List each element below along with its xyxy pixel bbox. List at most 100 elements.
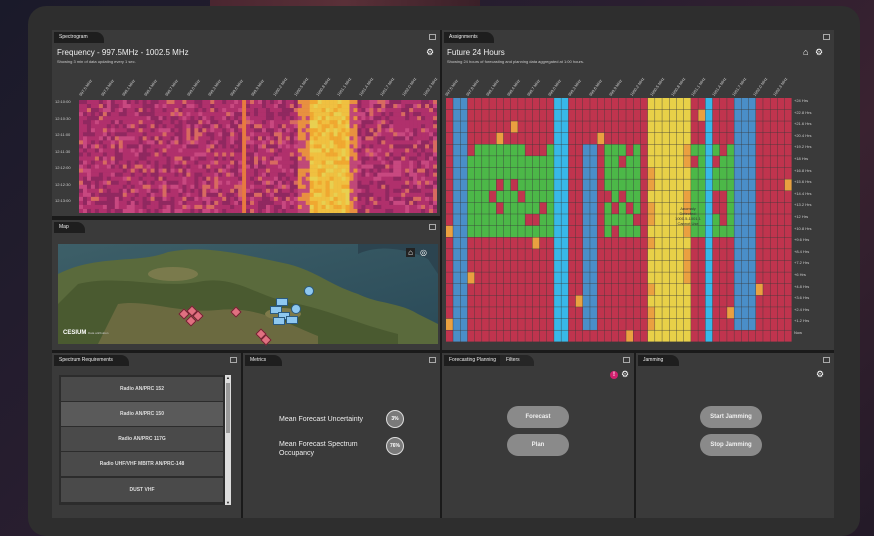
assignment-cell[interactable] [626, 295, 634, 307]
assignment-cell[interactable] [683, 330, 691, 342]
assignment-cell[interactable] [561, 295, 569, 307]
assignment-cell[interactable] [691, 167, 698, 179]
assignment-cell[interactable] [669, 179, 677, 191]
assignment-cell[interactable] [683, 272, 691, 284]
assignment-cell[interactable] [683, 318, 691, 330]
assignment-cell[interactable] [446, 272, 453, 284]
assignment-cell[interactable] [691, 121, 698, 133]
friendly-unit-marker[interactable] [276, 298, 288, 306]
assignment-cell[interactable] [626, 167, 634, 179]
assignment-cell[interactable] [712, 283, 720, 296]
assignment-cell[interactable] [604, 202, 612, 214]
assignment-cell[interactable] [712, 202, 720, 214]
assignment-cell[interactable] [525, 98, 533, 110]
assignment-cell[interactable] [755, 330, 763, 342]
assignment-cell[interactable] [582, 98, 590, 110]
assignment-cell[interactable] [604, 225, 612, 238]
assignment-cell[interactable] [503, 330, 511, 342]
assignment-cell[interactable] [525, 272, 533, 284]
assignment-cell[interactable] [503, 318, 511, 330]
assignment-cell[interactable] [727, 295, 734, 307]
assignment-cell[interactable] [676, 260, 684, 272]
assignment-cell[interactable] [640, 237, 648, 249]
assignment-cell[interactable] [763, 225, 770, 238]
assignment-cell[interactable] [669, 318, 677, 330]
assignment-cell[interactable] [503, 156, 511, 168]
assignment-cell[interactable] [554, 283, 561, 296]
assignment-cell[interactable] [582, 272, 590, 284]
assignment-cell[interactable] [510, 225, 518, 238]
assignment-cell[interactable] [698, 318, 706, 330]
assignment-cell[interactable] [453, 295, 461, 307]
assignment-cell[interactable] [604, 237, 612, 249]
assignment-cell[interactable] [474, 318, 482, 330]
assignment-cell[interactable] [727, 237, 734, 249]
assignment-cell[interactable] [770, 121, 778, 133]
assignment-cell[interactable] [604, 156, 612, 168]
assignment-cell[interactable] [474, 330, 482, 342]
assignment-cell[interactable] [561, 330, 569, 342]
maximize-icon[interactable] [623, 357, 630, 363]
assignment-cell[interactable] [619, 249, 626, 261]
assignment-cell[interactable] [683, 179, 691, 191]
assignment-cell[interactable] [719, 167, 727, 179]
assignment-cell[interactable] [748, 190, 756, 203]
assignment-cell[interactable] [705, 260, 713, 272]
assignment-cell[interactable] [755, 121, 763, 133]
assignment-cell[interactable] [525, 202, 533, 214]
assignment-cell[interactable] [446, 295, 453, 307]
assignment-cell[interactable] [582, 132, 590, 145]
assignment-cell[interactable] [763, 179, 770, 191]
assignment-cell[interactable] [719, 237, 727, 249]
assignment-cell[interactable] [640, 179, 648, 191]
assignment-cell[interactable] [561, 202, 569, 214]
assignment-cell[interactable] [554, 260, 561, 272]
assignment-cell[interactable] [763, 190, 770, 203]
maximize-icon[interactable] [823, 34, 830, 40]
assignment-cell[interactable] [503, 260, 511, 272]
assignment-cell[interactable] [446, 214, 453, 226]
assignment-cell[interactable] [683, 121, 691, 133]
assignment-cell[interactable] [611, 214, 619, 226]
assignment-cell[interactable] [590, 237, 597, 249]
assignment-cell[interactable] [518, 260, 525, 272]
assignment-cell[interactable] [460, 237, 468, 249]
assignment-cell[interactable] [655, 109, 662, 121]
assignment-cell[interactable] [619, 283, 626, 296]
assignment-cell[interactable] [539, 190, 547, 203]
assignment-cell[interactable] [582, 260, 590, 272]
assignment-cell[interactable] [647, 144, 655, 156]
assignment-cell[interactable] [510, 307, 518, 319]
assignment-cell[interactable] [734, 179, 742, 191]
assignment-cell[interactable] [683, 98, 691, 110]
assignment-cell[interactable] [525, 283, 533, 296]
assignment-cell[interactable] [496, 167, 504, 179]
assignment-cell[interactable] [532, 98, 540, 110]
assignment-cell[interactable] [568, 225, 576, 238]
assignment-cell[interactable] [633, 295, 641, 307]
assignment-cell[interactable] [727, 214, 734, 226]
assignment-cell[interactable] [525, 144, 533, 156]
assignment-cell[interactable] [575, 179, 583, 191]
assignment-cell[interactable] [734, 132, 742, 145]
assignment-cell[interactable] [647, 214, 655, 226]
assignment-cell[interactable] [763, 283, 770, 296]
assignment-cell[interactable] [712, 237, 720, 249]
assignment-cell[interactable] [741, 283, 749, 296]
assignment-cell[interactable] [633, 318, 641, 330]
assignment-cell[interactable] [698, 283, 706, 296]
assignment-cell[interactable] [626, 179, 634, 191]
assignment-cell[interactable] [489, 179, 497, 191]
assignment-cell[interactable] [741, 167, 749, 179]
assignment-cell[interactable] [662, 318, 670, 330]
assignment-cell[interactable] [604, 249, 612, 261]
assignment-cell[interactable] [590, 272, 597, 284]
assignment-cell[interactable] [561, 283, 569, 296]
assignment-cell[interactable] [748, 132, 756, 145]
assignment-cell[interactable] [626, 260, 634, 272]
assignment-cell[interactable] [561, 132, 569, 145]
assignment-cell[interactable] [640, 144, 648, 156]
assignment-cell[interactable] [640, 225, 648, 238]
assignment-cell[interactable] [546, 307, 554, 319]
assignment-cell[interactable] [611, 307, 619, 319]
